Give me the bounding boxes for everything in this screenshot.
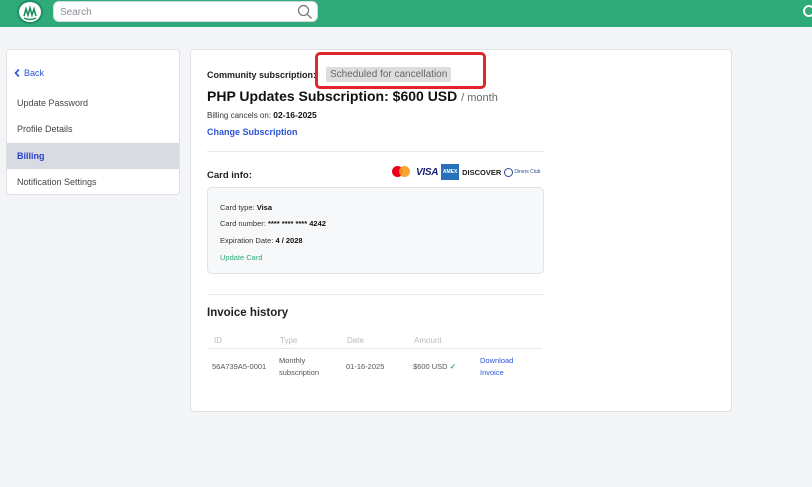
back-label: Back <box>24 68 45 78</box>
invoice-id: 56A739A5-0001 <box>212 362 267 371</box>
chat-icon[interactable] <box>803 5 812 17</box>
card-info-label: Card info: <box>207 170 252 181</box>
card-type-value: Visa <box>256 203 272 212</box>
card-expiration-row: Expiration Date: 4 / 2028 <box>220 236 303 245</box>
column-header-id: ID <box>214 336 222 345</box>
sidebar-item-billing[interactable]: Billing <box>7 143 179 169</box>
invoice-history-title: Invoice history <box>207 307 289 319</box>
invoice-type-line1: Monthly <box>279 356 306 365</box>
divider <box>207 151 544 152</box>
invoice-type: Monthly subscription <box>279 355 319 379</box>
paid-check-icon: ✓ <box>449 362 456 371</box>
table-header-divider <box>207 348 542 349</box>
chevron-left-icon <box>14 69 20 77</box>
sidebar-item-label: Billing <box>17 151 45 161</box>
billing-cancel-date: 02-16-2025 <box>273 110 317 120</box>
discover-icon: DISCOVER <box>462 167 502 177</box>
card-number-label: Card number: <box>220 219 266 228</box>
card-logos: VISA AMEX DISCOVER Diners Club <box>392 164 540 180</box>
sidebar-item-label: Update Password <box>17 98 89 108</box>
search-input[interactable] <box>60 4 290 20</box>
sidebar-item-notification-settings[interactable]: Notification Settings <box>7 169 179 195</box>
invoice-amount: $600 USD ✓ <box>413 361 456 373</box>
sidebar-item-update-password[interactable]: Update Password <box>7 90 179 116</box>
visa-icon: VISA <box>416 166 439 178</box>
change-subscription-link[interactable]: Change Subscription <box>207 127 298 137</box>
invoice-amount-value: $600 USD <box>413 362 448 371</box>
search-box <box>53 1 318 22</box>
card-type-row: Card type: Visa <box>220 203 272 212</box>
mastercard-icon <box>392 165 413 180</box>
settings-sidebar: Back Update Password Profile Details Bil… <box>6 49 180 195</box>
plan-name: PHP Updates Subscription: $600 USD <box>207 88 458 104</box>
billing-panel: Community subscription: Scheduled for ca… <box>190 49 732 412</box>
sidebar-item-label: Notification Settings <box>17 177 97 187</box>
card-number-value: **** **** **** 4242 <box>267 219 326 228</box>
column-header-amount: Amount <box>414 336 442 345</box>
update-card-link[interactable]: Update Card <box>220 253 263 262</box>
card-type-label: Card type: <box>220 203 255 212</box>
plan-title: PHP Updates Subscription: $600 USD / mon… <box>207 88 498 104</box>
back-link[interactable]: Back <box>14 68 44 78</box>
column-header-type: Type <box>280 336 298 345</box>
top-bar <box>0 0 812 27</box>
download-invoice-link[interactable]: Download Invoice <box>480 355 513 379</box>
card-expiration-value: 4 / 2028 <box>275 236 303 245</box>
download-line1: Download <box>480 356 514 365</box>
card-details-box: Card type: Visa Card number: **** **** *… <box>207 187 544 274</box>
download-line2: Invoice <box>480 368 504 377</box>
highlight-annotation <box>315 52 486 89</box>
card-number-row: Card number: **** **** **** 4242 <box>220 219 326 228</box>
sidebar-item-profile-details[interactable]: Profile Details <box>7 116 179 142</box>
divider <box>207 294 544 295</box>
amex-icon: AMEX <box>441 164 460 180</box>
sidebar-item-label: Profile Details <box>17 124 73 134</box>
invoice-type-line2: subscription <box>279 368 320 377</box>
card-expiration-label: Expiration Date: <box>220 236 274 245</box>
billing-cancel-line: Billing cancels on: 02-16-2025 <box>207 110 317 120</box>
logo-icon <box>23 5 37 21</box>
column-header-date: Date <box>347 336 364 345</box>
app-logo[interactable] <box>17 0 43 24</box>
billing-cancel-label: Billing cancels on: <box>207 111 272 120</box>
diners-club-icon: Diners Club <box>504 167 540 177</box>
subscription-label: Community subscription: <box>207 70 317 80</box>
search-icon[interactable] <box>297 4 313 20</box>
invoice-date: 01-16-2025 <box>346 362 385 371</box>
plan-period: / month <box>461 92 498 104</box>
